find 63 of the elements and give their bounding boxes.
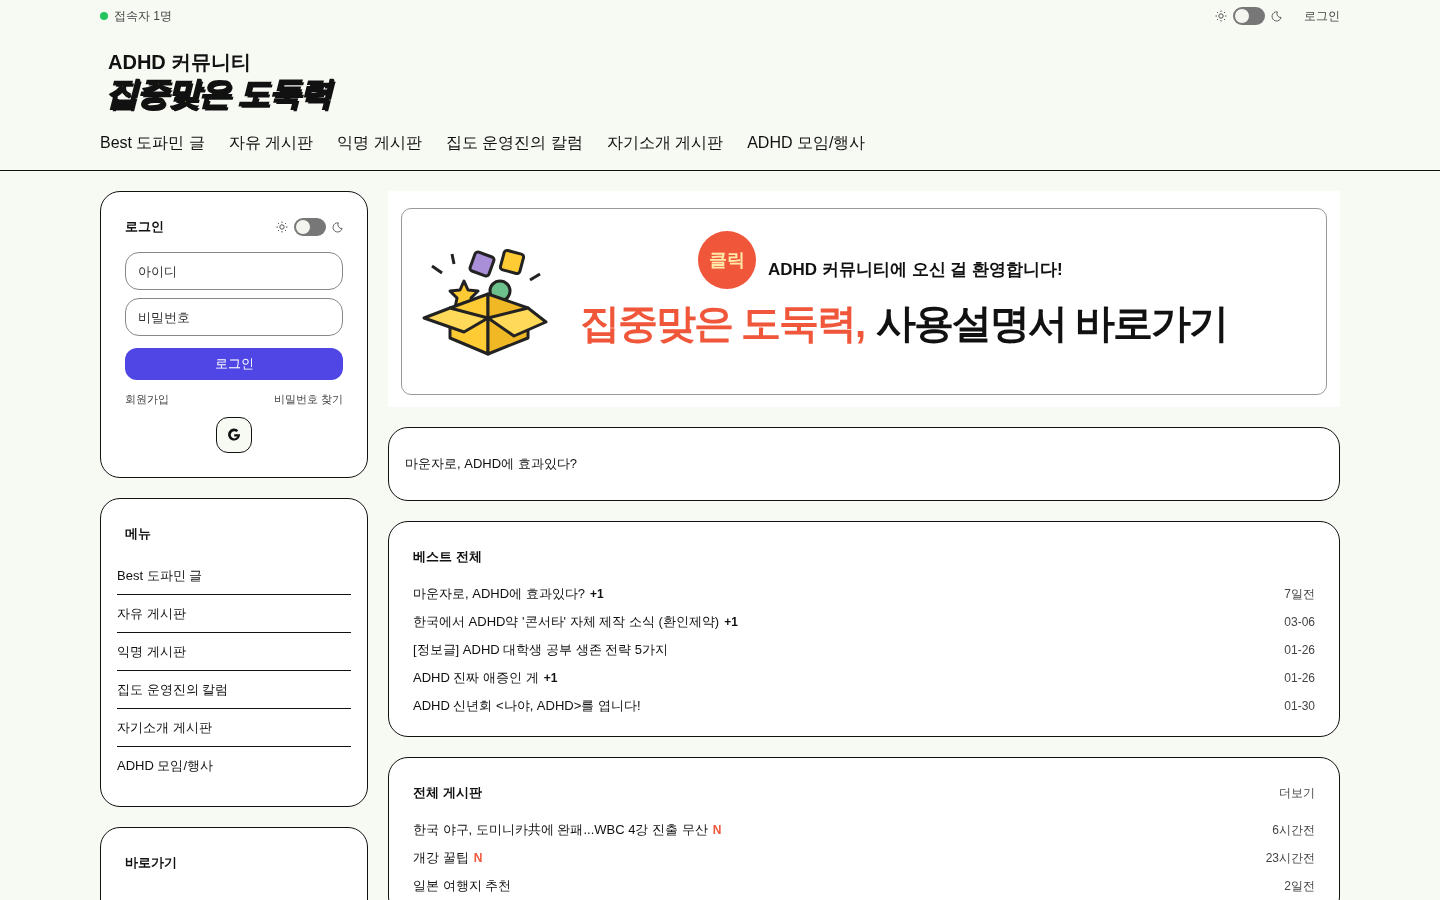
- new-label: N: [473, 851, 483, 865]
- comment-count: +1: [589, 587, 604, 601]
- post-title-link[interactable]: [정보글] ADHD 대학생 공부 생존 전략 5가지: [413, 641, 668, 659]
- moon-icon: [332, 221, 343, 233]
- menu-item[interactable]: 자기소개 게시판: [117, 709, 351, 747]
- online-count: 접속자 1명: [114, 7, 172, 25]
- nav-link[interactable]: Best 도파민 글: [100, 132, 205, 154]
- card-title: 로그인: [125, 218, 164, 236]
- sun-icon: [276, 221, 288, 233]
- sun-icon: [1215, 10, 1227, 22]
- post-date: 01-26: [1284, 643, 1315, 657]
- featured-post-title: 마운자로, ADHD에 효과있다?: [405, 455, 577, 473]
- post-title-link[interactable]: 일본 여행지 추천: [413, 877, 512, 895]
- theme-toggle[interactable]: [294, 218, 326, 236]
- logo-subtitle: ADHD 커뮤니티: [108, 50, 252, 74]
- signup-link[interactable]: 회원가입: [125, 392, 169, 407]
- login-button[interactable]: 로그인: [125, 348, 343, 380]
- post-title-link[interactable]: ADHD 진짜 애증인 게: [413, 669, 539, 687]
- card-title: 베스트 전체: [413, 548, 482, 566]
- new-label: N: [712, 823, 722, 837]
- nav-link[interactable]: 집도 운영진의 칼럼: [445, 132, 583, 154]
- password-field[interactable]: 비밀번호: [125, 298, 343, 336]
- nav-link[interactable]: ADHD 모임/행사: [747, 132, 866, 154]
- find-password-link[interactable]: 비밀번호 찾기: [273, 392, 343, 407]
- post-date: 6시간전: [1272, 821, 1315, 839]
- click-bubble: 클릭: [698, 230, 756, 289]
- id-field[interactable]: 아이디: [125, 252, 343, 290]
- nav-link[interactable]: 익명 게시판: [337, 132, 422, 154]
- banner-headline-accent: 집중맞은 도둑력,: [580, 299, 865, 347]
- banner-tagline: ADHD 커뮤니티에 오신 걸 환영합니다!: [768, 259, 1063, 281]
- menu-item[interactable]: Best 도파민 글: [117, 557, 351, 595]
- post-date: 03-06: [1284, 615, 1315, 629]
- comment-count: +1: [543, 671, 558, 685]
- post-date: 01-30: [1284, 699, 1315, 713]
- moon-icon: [1271, 10, 1282, 22]
- post-date: 7일전: [1284, 585, 1315, 603]
- nav-link[interactable]: 자기소개 게시판: [606, 132, 724, 154]
- post-title-link[interactable]: ADHD 신년회 <나야, ADHD>를 엽니다!: [413, 697, 641, 715]
- post-date: 2일전: [1284, 877, 1315, 895]
- more-link[interactable]: 더보기: [1279, 784, 1315, 802]
- banner[interactable]: 클릭 ADHD 커뮤니티에 오신 걸 환영합니다! 집중맞은 도둑력, 사용설명서 바로가기: [401, 208, 1327, 395]
- nav-link[interactable]: 자유 게시판: [228, 132, 314, 154]
- menu-item[interactable]: 집도 운영진의 칼럼: [117, 671, 351, 709]
- google-login-button[interactable]: [216, 417, 252, 453]
- menu-item[interactable]: 자유 게시판: [117, 595, 351, 633]
- post-title-link[interactable]: 한국 야구, 도미니카共에 완패...WBC 4강 진출 무산: [413, 821, 708, 839]
- card-title: 바로가기: [125, 854, 178, 872]
- theme-toggle[interactable]: [1233, 7, 1265, 25]
- featured-post-card[interactable]: 마운자로, ADHD에 효과있다?: [388, 427, 1340, 501]
- post-title-link[interactable]: 마운자로, ADHD에 효과있다?: [413, 585, 585, 603]
- online-dot: [100, 12, 108, 20]
- google-g-icon: [226, 427, 242, 443]
- post-title-link[interactable]: 한국에서 ADHD약 '콘서타' 자체 제작 소식 (환인제약): [413, 613, 720, 631]
- comment-count: +1: [724, 615, 738, 629]
- post-date: 01-26: [1284, 671, 1315, 685]
- post-date: 23시간전: [1265, 849, 1315, 867]
- banner-headline: 사용설명서 바로가기: [876, 299, 1228, 347]
- menu-item[interactable]: ADHD 모임/행사: [117, 747, 351, 784]
- menu-item[interactable]: 익명 게시판: [117, 633, 351, 671]
- card-title: 메뉴: [124, 525, 152, 543]
- login-link[interactable]: 로그인: [1304, 7, 1340, 25]
- card-title: 전체 게시판: [413, 784, 482, 802]
- post-title-link[interactable]: 개강 꿀팁: [413, 849, 469, 867]
